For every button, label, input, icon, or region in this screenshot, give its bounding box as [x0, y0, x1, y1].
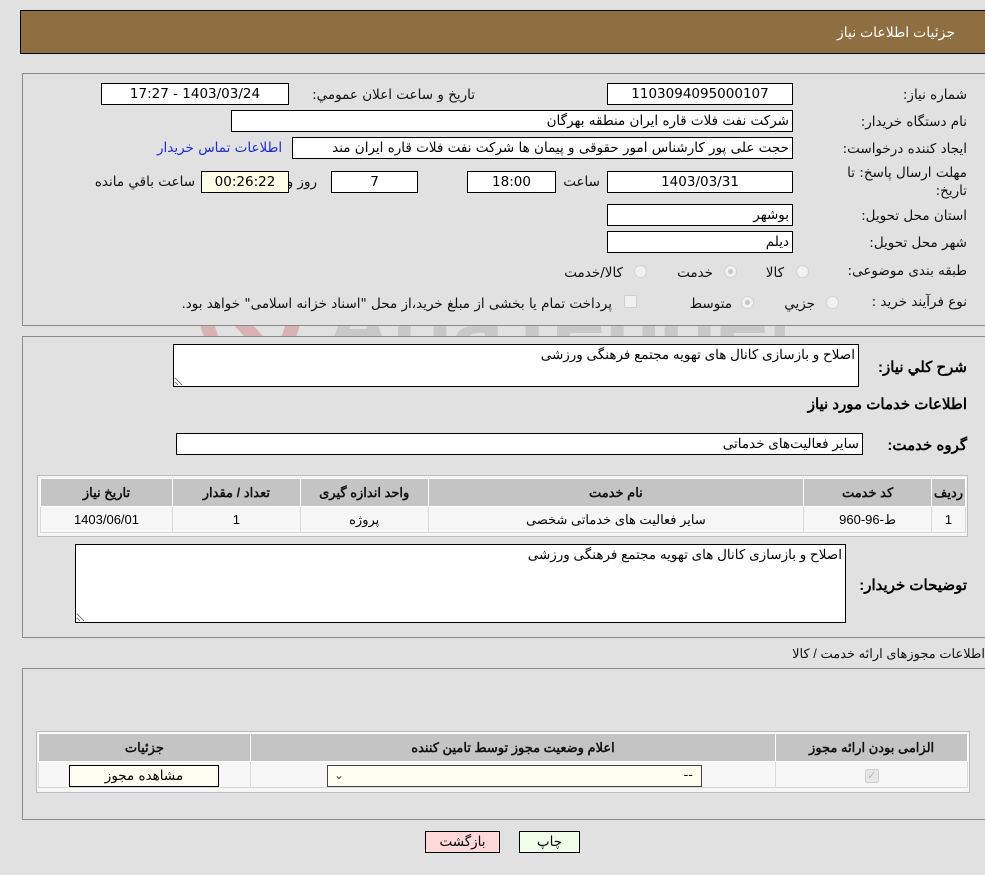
license-status-selected: -- — [683, 768, 693, 783]
services-heading: اطلاعات خدمات مورد نياز — [807, 396, 967, 413]
deadline-time-field: 18:00 — [467, 171, 556, 193]
print-button[interactable]: چاپ — [519, 831, 580, 853]
licenses-heading: اطلاعات مجوزهای ارائه خدمت / کالا — [792, 646, 985, 661]
col-header-row-number: ردیف — [931, 478, 966, 507]
announce-date-field: 1403/03/24 - 17:27 — [101, 83, 289, 105]
col-header-service-name: نام خدمت — [427, 478, 805, 507]
buyer-notes-label: توضيحات خريدار: — [859, 577, 967, 594]
buyer-notes-textarea[interactable] — [75, 544, 846, 623]
province-field: بوشهر — [607, 204, 793, 226]
cell-need-date: 1403/06/01 — [40, 506, 173, 533]
remaining-time-field: 00:26:22 — [201, 171, 289, 193]
deadline-label: مهلت ارسال پاسخ: تا تاریخ: — [847, 165, 967, 199]
category-radio-service[interactable] — [724, 265, 737, 278]
process-radio-minor[interactable] — [826, 296, 839, 309]
cell-service-name: سایر فعالیت های خدماتی شخصی — [427, 506, 805, 533]
process-type-label: نوع فرآيند خريد : — [871, 294, 967, 310]
general-description-textarea[interactable] — [173, 344, 859, 387]
requester-label: ايجاد کننده درخواست: — [842, 141, 967, 157]
services-table: ردیف کد خدمت نام خدمت واحد اندازه گیری ت… — [40, 478, 966, 533]
requester-field: حجت علی پور کارشناس امور حقوقی و پیمان ه… — [292, 137, 793, 159]
category-option-goods-service: کالا/خدمت — [564, 265, 623, 281]
cell-service-code: ط-96-960 — [803, 506, 933, 533]
remaining-days-field: 7 — [331, 171, 418, 193]
cell-license-required: ✓ — [775, 761, 968, 788]
need-number-label: شماره نیاز: — [902, 87, 967, 103]
service-group-label: گروه خدمت: — [887, 437, 967, 454]
general-description-label: شرح کلي نياز: — [878, 359, 967, 376]
col-header-license-required: الزامی بودن ارائه مجوز — [775, 733, 968, 762]
remaining-time-label: ساعت باقي مانده — [94, 174, 195, 190]
view-license-button[interactable]: مشاهده مجوز — [69, 765, 219, 787]
announce-date-label: تاریخ و ساعت اعلان عمومي: — [312, 87, 475, 103]
deadline-date-field: 1403/03/31 — [607, 171, 793, 193]
col-header-need-date: تاریخ نیاز — [40, 478, 173, 507]
city-field: دیلم — [607, 231, 793, 253]
treasury-checkbox[interactable] — [624, 295, 637, 308]
licenses-table-header-row: الزامی بودن ارائه مجوز اعلام وضعیت مجوز … — [38, 733, 968, 762]
category-radio-goods[interactable] — [796, 265, 809, 278]
process-option-minor: جزيي — [784, 296, 815, 312]
cell-quantity: 1 — [171, 506, 301, 533]
need-number-field: 1103094095000107 — [607, 83, 793, 105]
buyer-org-label: نام دستگاه خريدار: — [860, 114, 967, 130]
days-label: روز و — [286, 174, 317, 190]
process-radio-medium[interactable] — [741, 296, 754, 309]
license-required-checkbox[interactable]: ✓ — [864, 768, 879, 783]
category-option-goods: کالا — [765, 265, 784, 281]
buyer-org-field: شرکت نفت فلات قاره ایران منطقه بهرگان — [231, 110, 793, 132]
chevron-down-icon: ⌄ — [334, 768, 345, 782]
table-row: 1 ط-96-960 سایر فعالیت های خدماتی شخصی پ… — [40, 506, 966, 533]
col-header-unit: واحد اندازه گیری — [299, 478, 429, 507]
buyer-contact-link[interactable]: اطلاعات تماس خريدار — [157, 140, 282, 156]
service-group-field: سایر فعالیت‌های خدماتی — [176, 433, 863, 455]
deadline-time-label: ساعت — [563, 174, 600, 190]
process-option-medium: متوسط — [689, 296, 732, 312]
license-status-select[interactable]: -- ⌄ — [327, 765, 702, 787]
page-title: جزئیات اطلاعات نیاز — [836, 24, 955, 40]
cell-unit: پروژه — [299, 506, 429, 533]
category-option-service: خدمت — [677, 265, 713, 281]
city-label: شهر محل تحویل: — [869, 235, 967, 251]
services-table-header-row: ردیف کد خدمت نام خدمت واحد اندازه گیری ت… — [40, 478, 966, 507]
col-header-quantity: تعداد / مقدار — [171, 478, 301, 507]
province-label: استان محل تحویل: — [861, 208, 967, 224]
category-label: طبقه بندی موضوعی: — [847, 263, 967, 279]
category-radio-goods-service[interactable] — [634, 265, 647, 278]
col-header-details: جزئیات — [38, 733, 251, 762]
page-header: جزئیات اطلاعات نیاز — [20, 10, 985, 54]
treasury-checkbox-label: پرداخت تمام یا بخشی از مبلغ خرید،از محل … — [181, 296, 612, 312]
col-header-license-status: اعلام وضعیت مجوز توسط تامین کننده — [249, 733, 777, 762]
cell-row-number: 1 — [931, 506, 966, 533]
col-header-service-code: کد خدمت — [803, 478, 933, 507]
back-button[interactable]: بازگشت — [425, 831, 500, 853]
